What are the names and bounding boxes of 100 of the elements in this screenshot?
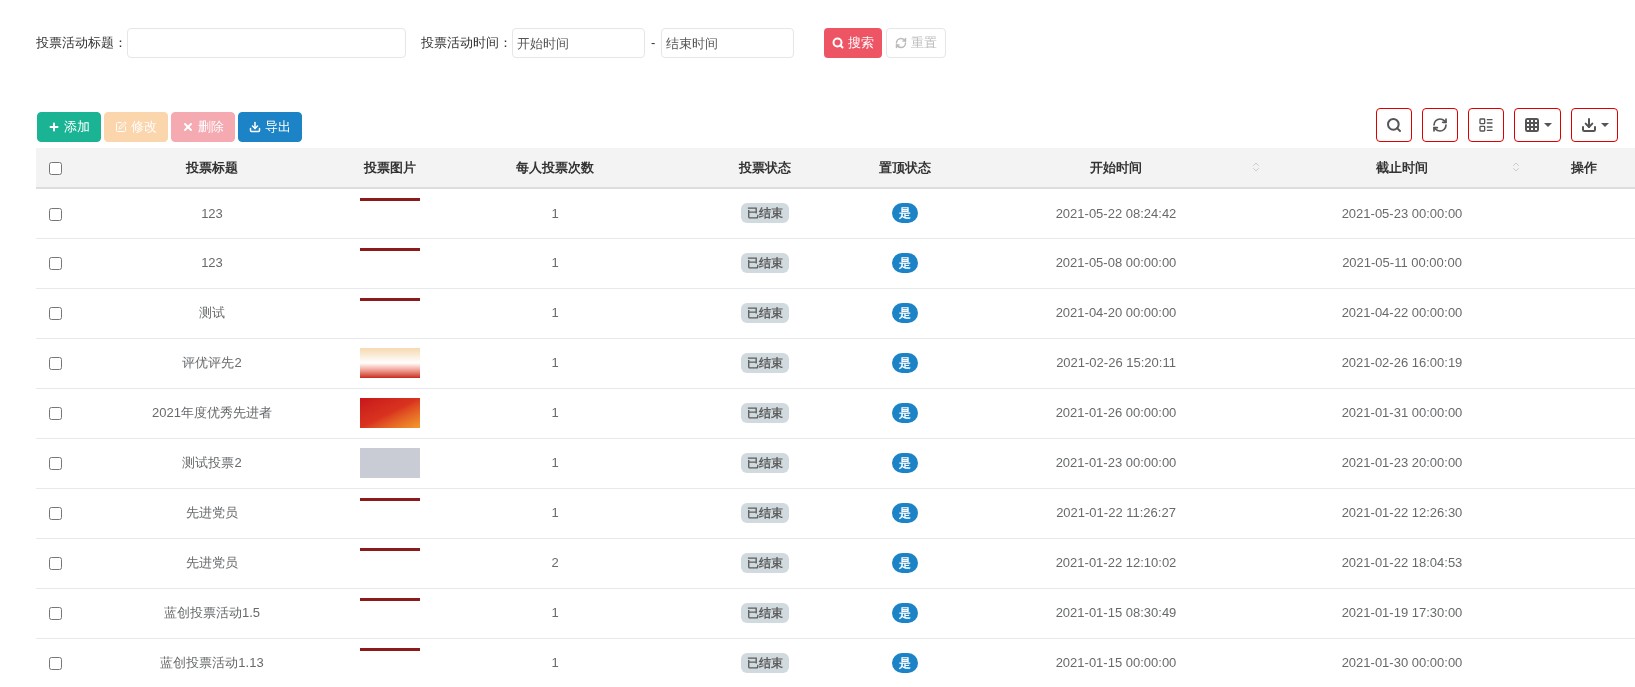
photo-placeholder <box>360 397 420 428</box>
row-checkbox[interactable] <box>48 507 62 521</box>
plus-icon <box>48 121 60 133</box>
votes-per-person: 1 <box>551 405 559 421</box>
refresh-tool-button[interactable] <box>1422 108 1458 142</box>
row-checkbox[interactable] <box>48 357 62 371</box>
end-time: 2021-01-23 20:00:00 <box>1341 455 1463 471</box>
end-time: 2021-05-23 00:00:00 <box>1341 205 1463 221</box>
row-checkbox[interactable] <box>48 457 62 471</box>
row-checkbox[interactable] <box>48 557 62 571</box>
row-checkbox[interactable] <box>48 607 62 621</box>
download-icon <box>1580 117 1597 133</box>
end-time: 2021-01-30 00:00:00 <box>1341 655 1463 671</box>
title-input[interactable] <box>127 28 406 58</box>
pinned-badge: 是 <box>892 503 918 523</box>
add-button[interactable]: 添加 <box>37 112 101 142</box>
row-checkbox[interactable] <box>48 307 62 321</box>
pinned-badge: 是 <box>892 303 918 323</box>
votes-per-person: 1 <box>551 355 559 371</box>
votes-per-person: 1 <box>551 205 559 221</box>
range-separator: - <box>651 34 656 52</box>
column-header: 操作 <box>1532 148 1635 188</box>
pinned-badge: 是 <box>892 353 918 373</box>
search-icon <box>1386 117 1402 133</box>
search-icon <box>832 37 845 49</box>
status-badge: 已结束 <box>741 303 789 323</box>
status-badge: 已结束 <box>741 603 789 623</box>
vote-title: 蓝创投票活动1.13 <box>160 655 264 671</box>
row-checkbox[interactable] <box>48 407 62 421</box>
vote-title: 先进党员 <box>186 505 238 521</box>
start-time: 2021-05-08 00:00:00 <box>1055 255 1177 271</box>
pinned-badge: 是 <box>892 653 918 673</box>
start-time: 2021-01-15 00:00:00 <box>1055 655 1177 671</box>
end-time: 2021-05-11 00:00:00 <box>1342 255 1462 271</box>
edit-icon <box>115 121 127 133</box>
vote-title: 2021年度优秀先进者 <box>152 405 272 421</box>
votes-per-person: 1 <box>551 455 559 471</box>
column-header[interactable]: 截止时间 <box>1272 148 1532 188</box>
status-badge: 已结束 <box>741 353 789 373</box>
caret-icon <box>1543 123 1552 127</box>
status-badge: 已结束 <box>741 503 789 523</box>
row-checkbox[interactable] <box>48 207 62 221</box>
end-time: 2021-01-22 12:26:30 <box>1341 505 1463 521</box>
end-time: 2021-02-26 16:00:19 <box>1341 355 1463 371</box>
column-header: 投票图片 <box>350 148 430 188</box>
votes-per-person: 1 <box>551 505 559 521</box>
column-header: 投票状态 <box>680 148 850 188</box>
votes-per-person: 1 <box>551 255 559 271</box>
refresh-icon <box>895 37 908 49</box>
pinned-badge: 是 <box>892 203 918 224</box>
select-all-checkbox[interactable] <box>48 161 62 175</box>
end-time: 2021-04-22 00:00:00 <box>1341 305 1463 321</box>
status-badge: 已结束 <box>741 203 789 224</box>
row-checkbox[interactable] <box>48 257 62 271</box>
start-time: 2021-01-26 00:00:00 <box>1055 405 1177 421</box>
toggle-tool-button[interactable] <box>1468 108 1504 142</box>
download-icon <box>249 121 261 133</box>
start-time: 2021-02-26 15:20:11 <box>1056 355 1176 371</box>
pinned-badge: 是 <box>892 603 918 623</box>
row-checkbox[interactable] <box>48 657 62 671</box>
vote-title: 测试投票2 <box>182 455 242 471</box>
vote-title: 测试 <box>199 305 225 321</box>
pinned-badge: 是 <box>892 453 918 473</box>
votes-per-person: 1 <box>551 305 559 321</box>
photo-placeholder <box>360 347 420 378</box>
vote-title: 123 <box>201 205 223 221</box>
list-icon <box>1478 117 1494 133</box>
end-time: 2021-01-19 17:30:00 <box>1341 605 1463 621</box>
search-button[interactable]: 搜索 <box>824 28 883 58</box>
start-time-field[interactable]: 开始时间 <box>512 28 645 58</box>
status-badge: 已结束 <box>741 403 789 423</box>
pinned-badge: 是 <box>892 403 918 423</box>
vote-title: 先进党员 <box>186 555 238 571</box>
refresh-icon <box>1432 117 1448 133</box>
pinned-badge: 是 <box>892 253 918 273</box>
status-badge: 已结束 <box>741 653 789 673</box>
status-badge: 已结束 <box>741 553 789 573</box>
start-time: 2021-05-22 08:24:42 <box>1055 205 1177 221</box>
votes-per-person: 1 <box>551 655 559 671</box>
reset-button[interactable]: 重置 <box>886 28 947 58</box>
field-label: 投票活动时间： <box>421 34 512 52</box>
start-time: 2021-04-20 00:00:00 <box>1055 305 1177 321</box>
vote-title: 评优评先2 <box>182 355 242 371</box>
status-badge: 已结束 <box>741 453 789 473</box>
field-label: 投票活动标题： <box>36 34 127 52</box>
search-tool-button[interactable] <box>1376 108 1412 142</box>
export-button[interactable]: 导出 <box>238 112 302 142</box>
votes-per-person: 1 <box>551 605 559 621</box>
grid-icon <box>1523 117 1540 133</box>
caret-icon <box>1600 123 1609 127</box>
vote-title: 123 <box>201 255 223 271</box>
column-header: 每人投票次数 <box>430 148 680 188</box>
end-time: 2021-01-31 00:00:00 <box>1341 405 1463 421</box>
end-time-field[interactable]: 结束时间 <box>661 28 795 58</box>
column-header[interactable]: 开始时间 <box>960 148 1272 188</box>
column-header: 置顶状态 <box>850 148 960 188</box>
start-time: 2021-01-22 12:10:02 <box>1055 555 1177 571</box>
close-icon <box>182 121 194 133</box>
columns-tool-button[interactable] <box>1514 108 1561 142</box>
export-tool-button[interactable] <box>1571 108 1618 142</box>
